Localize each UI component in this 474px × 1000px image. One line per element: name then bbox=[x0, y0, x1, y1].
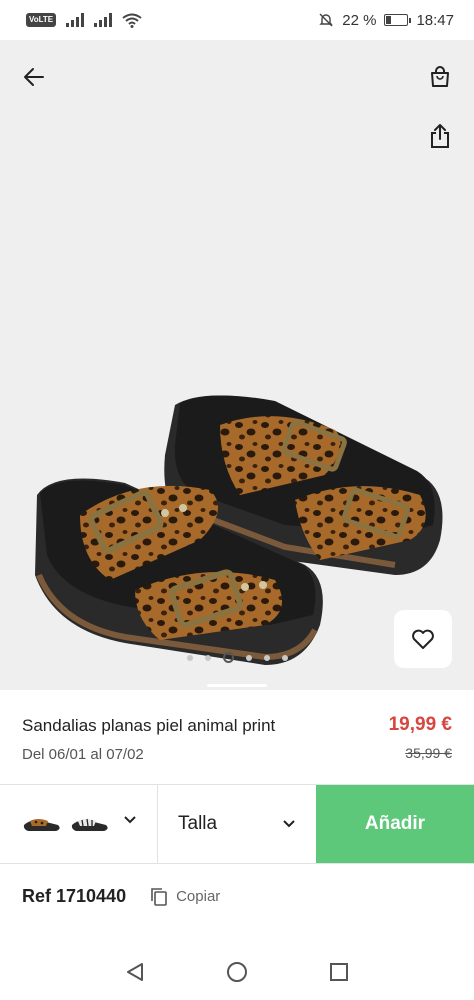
product-image-gallery[interactable] bbox=[0, 40, 474, 690]
sale-price: 19,99 € bbox=[388, 714, 452, 735]
nav-back-icon[interactable] bbox=[124, 961, 146, 983]
add-to-cart-button[interactable]: Añadir bbox=[316, 785, 474, 863]
size-selector[interactable]: Talla bbox=[158, 785, 316, 863]
reference-row: Ref 1710440 Copiar bbox=[22, 886, 220, 907]
wifi-icon bbox=[122, 13, 142, 28]
back-arrow-icon bbox=[24, 68, 44, 86]
product-photo bbox=[35, 395, 443, 665]
status-right: 22 % 18:47 bbox=[318, 12, 454, 29]
mute-bell-icon bbox=[319, 13, 333, 27]
purchase-action-row: Talla Añadir bbox=[0, 784, 474, 864]
size-label: Talla bbox=[178, 813, 218, 834]
product-title: Sandalias planas piel animal print bbox=[22, 716, 276, 735]
chevron-down-icon bbox=[124, 816, 136, 824]
volte-icon: VoLTE bbox=[26, 13, 57, 27]
pagination-dot[interactable] bbox=[282, 654, 288, 661]
color-selector[interactable] bbox=[0, 785, 158, 863]
pagination-dot-active[interactable] bbox=[223, 652, 234, 663]
pagination-dot[interactable] bbox=[246, 654, 252, 661]
pagination-dot[interactable] bbox=[205, 654, 211, 661]
chevron-down-icon bbox=[283, 820, 295, 828]
delivery-dates: Del 06/01 al 07/02 bbox=[22, 746, 144, 763]
status-bar: VoLTE 22 % 18:47 bbox=[0, 0, 474, 40]
pagination-dot[interactable] bbox=[264, 654, 270, 661]
image-pagination bbox=[187, 652, 288, 663]
original-price: 35,99 € bbox=[405, 745, 452, 761]
favorite-button[interactable] bbox=[394, 610, 452, 668]
copy-icon bbox=[151, 887, 167, 906]
signal-icon bbox=[66, 13, 85, 27]
system-navigation-bar bbox=[0, 944, 474, 1000]
shopping-bag-icon bbox=[431, 66, 449, 87]
copy-label: Copiar bbox=[176, 888, 221, 905]
share-icon bbox=[431, 124, 449, 148]
copy-reference-button[interactable]: Copiar bbox=[150, 887, 220, 907]
shopping-bag-button[interactable] bbox=[420, 57, 460, 97]
share-button[interactable] bbox=[420, 116, 460, 156]
battery-percent: 22 % bbox=[342, 11, 377, 29]
status-left: VoLTE bbox=[26, 13, 142, 28]
clock: 18:47 bbox=[416, 11, 454, 29]
product-reference: Ref 1710440 bbox=[22, 886, 127, 906]
sheet-drag-handle[interactable] bbox=[207, 684, 267, 687]
nav-recents-icon[interactable] bbox=[328, 961, 350, 983]
color-thumb-leopard[interactable] bbox=[22, 815, 62, 833]
back-button[interactable] bbox=[14, 57, 54, 97]
signal-icon-2 bbox=[94, 13, 113, 27]
color-thumb-zebra[interactable] bbox=[70, 815, 110, 833]
heart-icon bbox=[412, 629, 434, 649]
battery-icon bbox=[384, 14, 412, 26]
nav-home-icon[interactable] bbox=[226, 961, 248, 983]
pagination-dot[interactable] bbox=[187, 654, 193, 661]
